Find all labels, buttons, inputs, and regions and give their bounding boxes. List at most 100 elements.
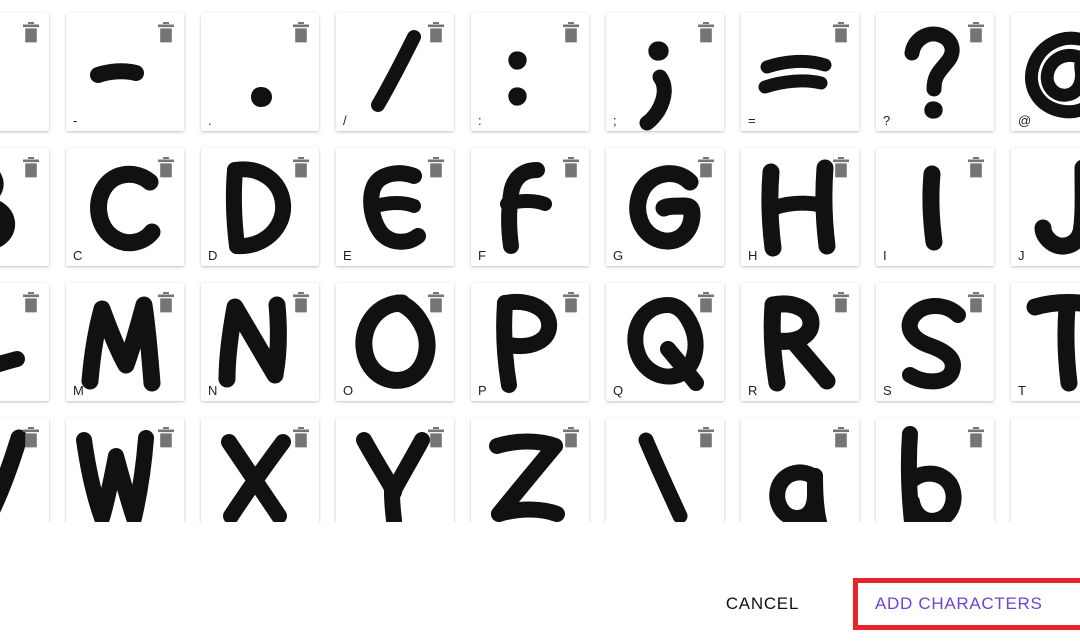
character-cell: ;: [606, 13, 741, 148]
character-grid-row: -. /:; =? @: [0, 13, 1080, 148]
character-card-;[interactable]: ;: [606, 13, 724, 131]
character-card-R[interactable]: R: [741, 283, 859, 401]
character-label: M: [73, 383, 84, 398]
delete-icon[interactable]: [697, 157, 715, 178]
character-cell: [0, 0, 66, 13]
character-cell: I: [876, 148, 1011, 283]
character-cell: T: [1011, 283, 1080, 418]
character-label: =: [748, 113, 756, 128]
delete-icon[interactable]: [562, 427, 580, 448]
character-card[interactable]: [0, 283, 49, 401]
character-grid-row: M N O P Q R S T: [0, 283, 1080, 418]
character-cell: S: [876, 283, 1011, 418]
character-cell: P: [471, 283, 606, 418]
character-card[interactable]: [0, 13, 49, 131]
delete-icon[interactable]: [292, 427, 310, 448]
character-label: ?: [883, 113, 891, 128]
delete-icon[interactable]: [22, 427, 40, 448]
delete-icon[interactable]: [697, 292, 715, 313]
character-card-.[interactable]: .: [201, 13, 319, 131]
character-cell: [1011, 0, 1080, 13]
character-cell: C: [66, 148, 201, 283]
delete-icon[interactable]: [157, 292, 175, 313]
delete-icon[interactable]: [967, 292, 985, 313]
add-characters-button[interactable]: ADD CHARACTERS: [875, 594, 1043, 614]
character-card-H[interactable]: H: [741, 148, 859, 266]
delete-icon[interactable]: [832, 292, 850, 313]
delete-icon[interactable]: [427, 427, 445, 448]
character-grid-scroll-area[interactable]: -. /:; =? @ C D E F G H I J M N O P Q R S T: [0, 0, 1080, 522]
character-card[interactable]: [0, 418, 49, 522]
character-card-?[interactable]: ?: [876, 13, 994, 131]
character-card-S[interactable]: S: [876, 283, 994, 401]
delete-icon[interactable]: [967, 427, 985, 448]
character-card-O[interactable]: O: [336, 283, 454, 401]
character-card-C[interactable]: C: [66, 148, 184, 266]
character-cell: [0, 418, 66, 522]
character-label: O: [343, 383, 354, 398]
character-grid-row: [0, 0, 1080, 13]
character-label: G: [613, 248, 624, 263]
character-card-P[interactable]: P: [471, 283, 589, 401]
character-card[interactable]: [201, 418, 319, 522]
character-card[interactable]: [876, 418, 994, 522]
character-card[interactable]: [66, 418, 184, 522]
delete-icon[interactable]: [22, 22, 40, 43]
delete-icon[interactable]: [22, 292, 40, 313]
character-card--[interactable]: -: [66, 13, 184, 131]
character-card[interactable]: [741, 418, 859, 522]
delete-icon[interactable]: [832, 22, 850, 43]
character-cell: G: [606, 148, 741, 283]
delete-icon[interactable]: [967, 157, 985, 178]
character-card[interactable]: [1011, 418, 1080, 522]
character-label: /: [343, 113, 347, 128]
character-label: N: [208, 383, 218, 398]
delete-icon[interactable]: [697, 427, 715, 448]
character-card[interactable]: [606, 418, 724, 522]
character-card-@[interactable]: @: [1011, 13, 1080, 131]
delete-icon[interactable]: [427, 292, 445, 313]
character-card-D[interactable]: D: [201, 148, 319, 266]
character-card-:[interactable]: :: [471, 13, 589, 131]
character-card-I[interactable]: I: [876, 148, 994, 266]
delete-icon[interactable]: [157, 157, 175, 178]
delete-icon[interactable]: [292, 22, 310, 43]
delete-icon[interactable]: [562, 157, 580, 178]
character-cell: [1011, 418, 1080, 522]
add-characters-dialog: -. /:; =? @ C D E F G H I J M N O P Q R S T CANCEL ADD CHAR…: [0, 0, 1080, 641]
character-card-N[interactable]: N: [201, 283, 319, 401]
delete-icon[interactable]: [427, 22, 445, 43]
character-card-T[interactable]: T: [1011, 283, 1080, 401]
delete-icon[interactable]: [292, 292, 310, 313]
character-card-=[interactable]: =: [741, 13, 859, 131]
character-card-J[interactable]: J: [1011, 148, 1080, 266]
character-card-/[interactable]: /: [336, 13, 454, 131]
delete-icon[interactable]: [832, 427, 850, 448]
delete-icon[interactable]: [157, 22, 175, 43]
character-label: Q: [613, 383, 624, 398]
delete-icon[interactable]: [157, 427, 175, 448]
delete-icon[interactable]: [562, 292, 580, 313]
character-card-M[interactable]: M: [66, 283, 184, 401]
character-card-E[interactable]: E: [336, 148, 454, 266]
character-card[interactable]: [471, 418, 589, 522]
character-cell: [0, 283, 66, 418]
character-card-Q[interactable]: Q: [606, 283, 724, 401]
character-card[interactable]: [336, 418, 454, 522]
character-card-F[interactable]: F: [471, 148, 589, 266]
delete-icon[interactable]: [22, 157, 40, 178]
cancel-button[interactable]: CANCEL: [710, 584, 815, 624]
delete-icon[interactable]: [427, 157, 445, 178]
character-label: @: [1018, 113, 1032, 128]
character-label: E: [343, 248, 352, 263]
character-card-G[interactable]: G: [606, 148, 724, 266]
delete-icon[interactable]: [697, 22, 715, 43]
character-label: H: [748, 248, 758, 263]
character-cell: D: [201, 148, 336, 283]
delete-icon[interactable]: [832, 157, 850, 178]
character-cell: :: [471, 13, 606, 148]
character-card[interactable]: [0, 148, 49, 266]
delete-icon[interactable]: [562, 22, 580, 43]
delete-icon[interactable]: [967, 22, 985, 43]
delete-icon[interactable]: [292, 157, 310, 178]
